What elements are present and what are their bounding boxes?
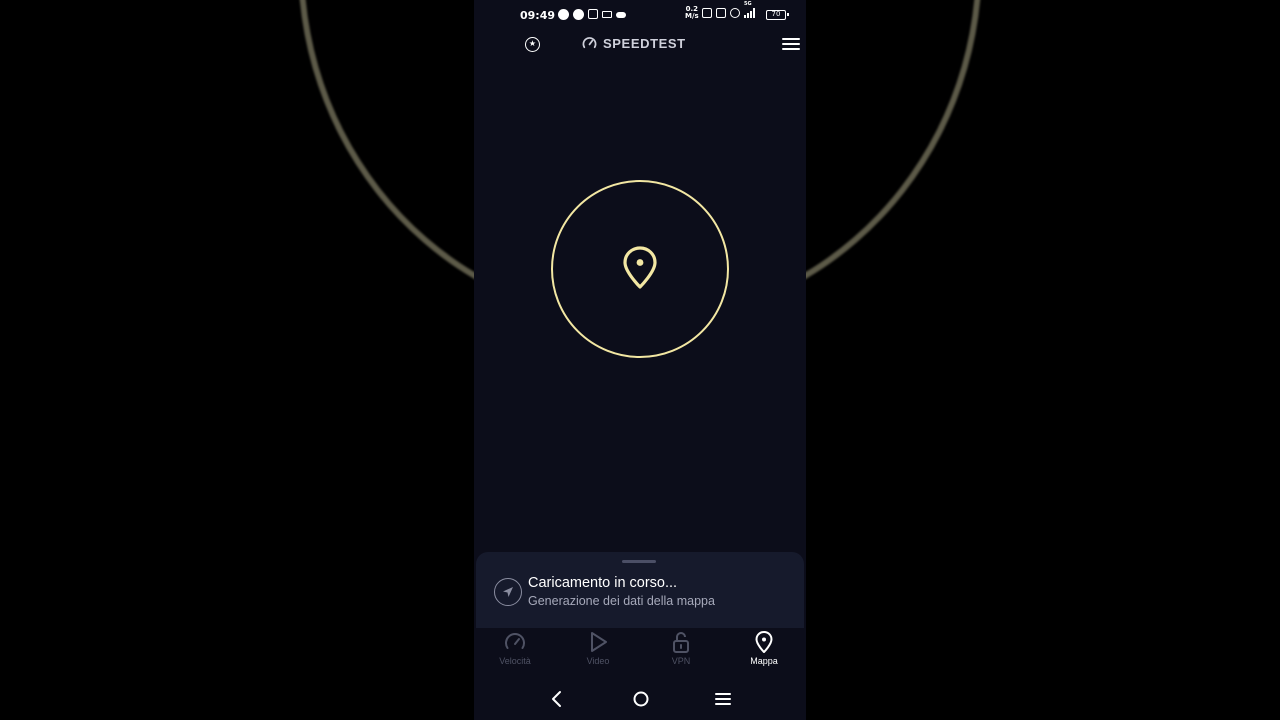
tab-label: Velocità (499, 656, 531, 666)
nfc-icon (702, 8, 712, 18)
cloud-icon (616, 12, 626, 18)
cast-icon (716, 8, 726, 18)
navigation-arrow-icon (494, 578, 522, 606)
video-camera-icon (602, 11, 612, 18)
system-icons: 5G (702, 1, 755, 18)
notification-icons (558, 9, 626, 20)
recents-menu-icon[interactable] (715, 690, 731, 708)
speedometer-icon (505, 633, 525, 649)
network-type: 5G (744, 1, 752, 7)
instagram-icon (588, 9, 598, 19)
app-notification-icon (558, 9, 569, 20)
play-icon (591, 632, 607, 652)
bottom-tab-bar: Velocità Video VPN Mappa (474, 628, 806, 678)
map-pin-icon (755, 631, 773, 653)
tab-label: VPN (671, 656, 691, 666)
network-speed: 0.2 M/s (685, 5, 699, 20)
sheet-title: Caricamento in corso... (528, 575, 678, 591)
signal-icon (744, 8, 755, 18)
sheet-subtitle: Generazione dei dati della mappa (528, 594, 715, 608)
loading-sheet[interactable]: Caricamento in corso... Generazione dei … (476, 552, 804, 628)
app-title: SPEEDTEST (603, 36, 686, 51)
tab-mappa[interactable]: Mappa (729, 630, 799, 666)
star-circle-icon[interactable]: ★ (525, 37, 540, 52)
hamburger-menu-icon[interactable] (782, 38, 800, 52)
back-icon[interactable] (550, 690, 564, 708)
map-pin-icon (623, 246, 657, 289)
location-icon (730, 8, 740, 18)
battery-icon: 70 (766, 10, 789, 20)
home-icon[interactable] (632, 690, 650, 708)
sheet-handle[interactable] (622, 560, 656, 563)
status-time: 09:49 (520, 9, 556, 22)
facebook-icon (573, 9, 584, 20)
system-navigation-bar (474, 680, 806, 720)
tab-label: Mappa (750, 656, 778, 666)
speedometer-icon (582, 37, 597, 49)
tab-video[interactable]: Video (563, 630, 633, 666)
status-bar: 09:49 0.2 M/s 5G 70 (474, 0, 806, 30)
battery-level: 70 (771, 10, 781, 18)
tab-vpn[interactable]: VPN (646, 630, 716, 666)
tab-label: Video (586, 656, 610, 666)
tab-velocita[interactable]: Velocità (480, 630, 550, 666)
app-brand: SPEEDTEST (582, 36, 686, 51)
lock-open-icon (673, 632, 689, 653)
cell-signal: 5G (744, 1, 755, 18)
phone-screen: 09:49 0.2 M/s 5G 70 ★ SPEEDTEST Caricame… (474, 0, 806, 720)
